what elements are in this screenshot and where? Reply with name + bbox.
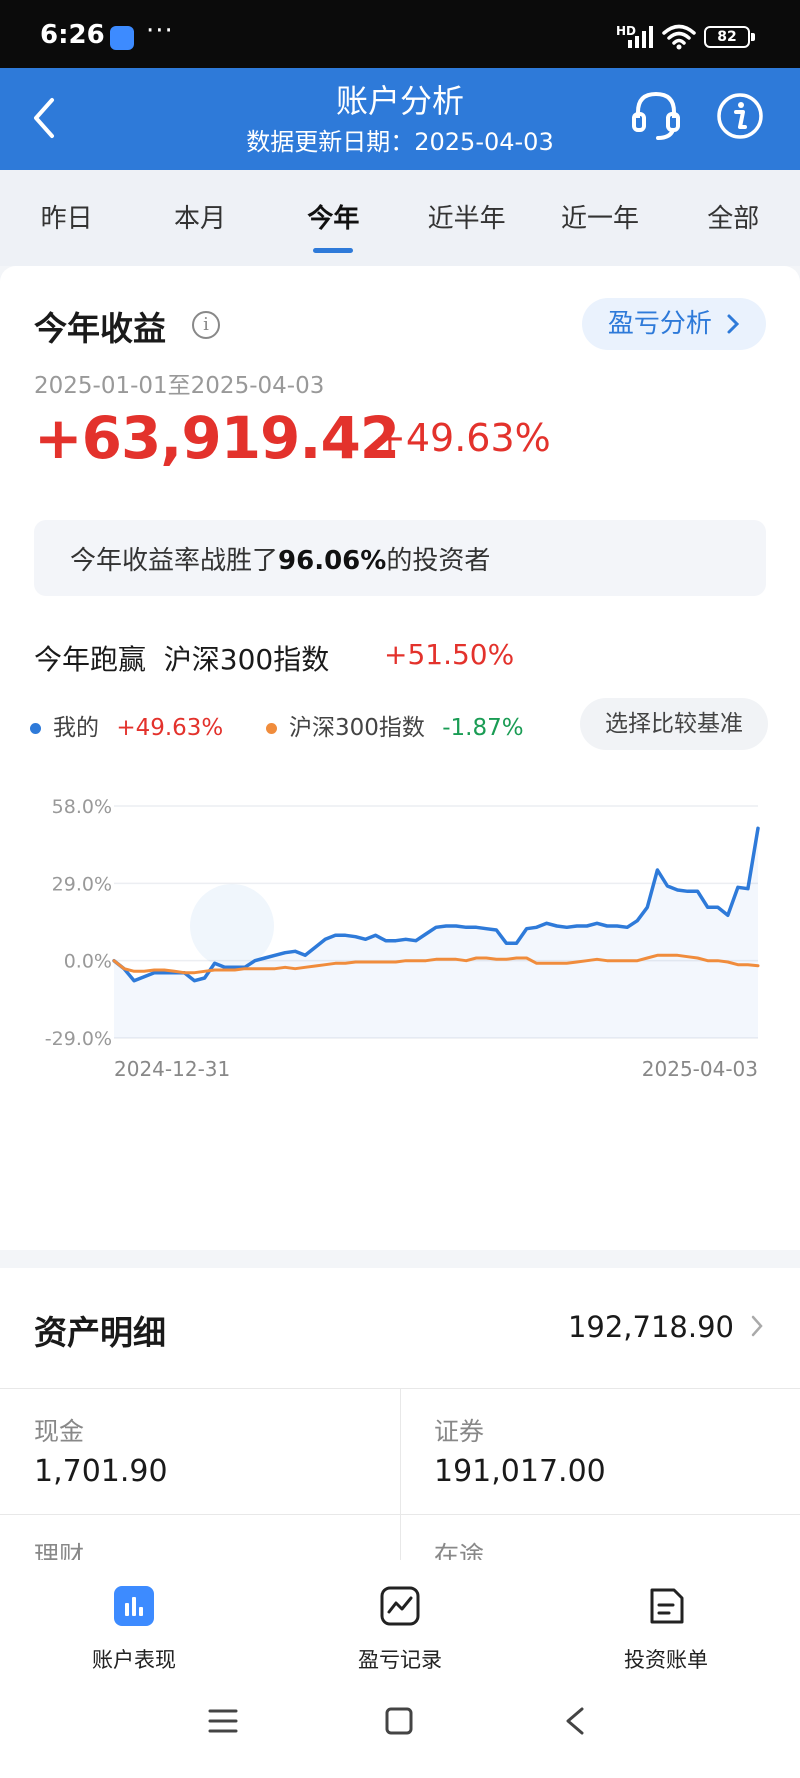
menu-icon[interactable]	[208, 1706, 238, 1736]
date-range: 2025-01-01至2025-04-03	[34, 373, 325, 399]
document-icon	[650, 1588, 684, 1624]
pl-button-label: 盈亏分析	[607, 309, 712, 339]
legend-index-dot	[266, 723, 277, 734]
tab-one-year[interactable]: 近一年	[533, 170, 666, 266]
return-comparison-chart: 58.0% 29.0% 0.0% -29.0%2024-12-31 2025-04-03	[45, 796, 760, 1081]
wifi-icon	[662, 24, 696, 50]
asset-detail-card: 资产明细 192,718.90 现金 1,701.90 证券 191,017.0…	[0, 1268, 800, 1570]
y-tick-label: 58.0%	[52, 796, 112, 818]
outperform-percent: +51.50%	[384, 638, 515, 671]
asset-total-value[interactable]: 192,718.90	[568, 1310, 734, 1344]
tab-half-year[interactable]: 近半年	[400, 170, 533, 266]
investor-ranking-banner: 今年收益率战胜了96.06%的投资者	[34, 520, 766, 596]
app-header: 账户分析 数据更新日期：2025-04-03	[0, 68, 800, 170]
battery-indicator: 82	[704, 26, 755, 48]
cash-label: 现金	[34, 1417, 85, 1446]
system-navigation-bar	[0, 1670, 800, 1778]
asset-detail-title: 资产明细	[34, 1313, 166, 1352]
profit-loss-analysis-button[interactable]: 盈亏分析	[582, 298, 766, 350]
signal-icon	[628, 26, 653, 48]
line-chart-icon	[380, 1586, 420, 1626]
beat-suffix: 的投资者	[386, 546, 491, 576]
x-tick-label: 2024-12-31	[114, 1057, 230, 1081]
home-square-icon[interactable]	[384, 1706, 414, 1736]
back-triangle-icon[interactable]	[560, 1706, 590, 1736]
tab-all[interactable]: 全部	[667, 170, 800, 266]
legend-index: 沪深300指数 -1.87%	[266, 708, 524, 742]
y-tick-label: 29.0%	[52, 873, 112, 895]
nav-investment-bill[interactable]: 投资账单	[566, 1586, 766, 1674]
profit-section-title: 今年收益	[34, 309, 166, 348]
tab-this-month[interactable]: 本月	[133, 170, 266, 266]
divider	[400, 1388, 401, 1568]
beat-prefix: 今年收益率战胜了	[70, 546, 279, 576]
customer-service-headset-icon[interactable]	[630, 88, 682, 144]
legend-mine-label: 我的	[53, 715, 99, 741]
info-circle-icon[interactable]: i	[192, 311, 220, 339]
yearly-profit-card: 今年收益 i 盈亏分析 2025-01-01至2025-04-03 +63,91…	[0, 266, 800, 1250]
legend-mine-value: +49.63%	[116, 715, 224, 741]
outperform-title: 今年跑赢 沪深300指数	[34, 643, 330, 676]
securities-value: 191,017.00	[434, 1454, 606, 1489]
more-notifications-icon: ···	[146, 16, 174, 46]
legend-mine-dot	[30, 723, 41, 734]
select-benchmark-button[interactable]: 选择比较基准	[580, 698, 768, 750]
beat-percent: 96.06%	[278, 546, 387, 576]
cash-value: 1,701.90	[34, 1454, 168, 1489]
status-bar: 6:26 ··· HD 82	[0, 0, 800, 68]
nav-pl-records[interactable]: 盈亏记录	[300, 1586, 500, 1674]
x-tick-label: 2025-04-03	[642, 1057, 758, 1081]
period-tabs: 昨日 本月 今年 近半年 近一年 全部	[0, 170, 800, 266]
profit-percent: +49.63%	[374, 416, 551, 460]
app-notification-icon	[110, 26, 134, 50]
securities-label: 证券	[434, 1417, 485, 1446]
status-time: 6:26	[40, 20, 105, 50]
profit-amount: +63,919.42	[34, 404, 400, 472]
chevron-right-icon[interactable]	[750, 1314, 764, 1338]
y-tick-label: -29.0%	[45, 1028, 112, 1050]
bottom-navigation: 账户表现 盈亏记录 投资账单	[0, 1560, 800, 1672]
legend-index-label: 沪深300指数	[289, 715, 425, 741]
chevron-right-icon	[727, 314, 740, 334]
info-icon[interactable]	[716, 92, 764, 140]
y-tick-label: 0.0%	[64, 951, 112, 973]
legend-mine: 我的 +49.63%	[30, 708, 223, 742]
watermark-logo-icon	[190, 884, 274, 968]
divider	[0, 1514, 800, 1515]
tab-yesterday[interactable]: 昨日	[0, 170, 133, 266]
legend-index-value: -1.87%	[442, 715, 524, 741]
bar-chart-icon	[114, 1586, 154, 1626]
nav-account-performance[interactable]: 账户表现	[34, 1586, 234, 1674]
tab-this-year[interactable]: 今年	[267, 170, 400, 266]
